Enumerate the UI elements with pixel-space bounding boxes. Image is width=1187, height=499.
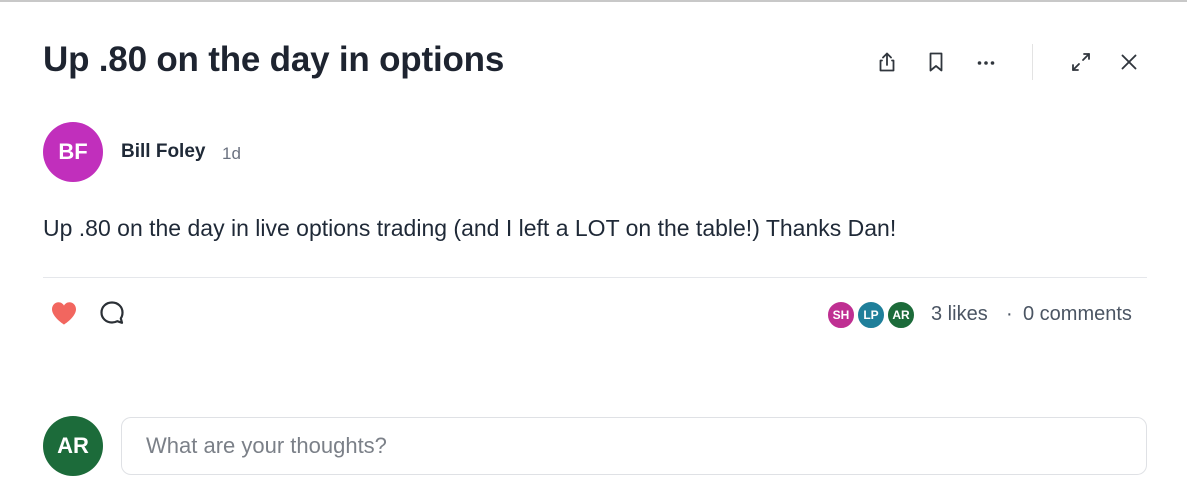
post-divider — [43, 277, 1147, 278]
liker-avatar[interactable]: SH — [826, 300, 856, 330]
comment-input[interactable] — [146, 418, 1126, 474]
post-body: Up .80 on the day in live options tradin… — [43, 215, 897, 241]
comment-button[interactable] — [97, 300, 127, 330]
post-toolbar — [0, 44, 1187, 80]
close-button[interactable] — [1111, 44, 1147, 80]
expand-icon — [1069, 50, 1093, 74]
more-icon — [975, 51, 997, 73]
author-avatar[interactable]: BF — [43, 122, 103, 182]
toolbar-divider — [1032, 44, 1033, 80]
post-timestamp: 1d — [222, 144, 241, 163]
bookmark-icon — [925, 51, 947, 73]
comments-count[interactable]: 0 comments — [1023, 303, 1132, 326]
bookmark-button[interactable] — [918, 44, 954, 80]
more-options-button[interactable] — [968, 44, 1004, 80]
likes-count[interactable]: 3 likes — [931, 303, 988, 326]
liker-avatar[interactable]: LP — [856, 300, 886, 330]
current-user-avatar: AR — [43, 416, 103, 476]
heart-icon — [50, 300, 78, 331]
close-icon — [1118, 51, 1140, 73]
liker-avatar[interactable]: AR — [886, 300, 916, 330]
share-icon — [876, 51, 898, 73]
top-border — [0, 0, 1187, 2]
expand-button[interactable] — [1063, 44, 1099, 80]
author-name[interactable]: Bill Foley — [121, 141, 205, 163]
comment-bubble-icon — [98, 299, 126, 332]
comment-composer[interactable] — [121, 417, 1147, 475]
separator-dot: · — [1006, 303, 1013, 325]
share-button[interactable] — [869, 44, 905, 80]
like-button[interactable] — [49, 300, 79, 330]
